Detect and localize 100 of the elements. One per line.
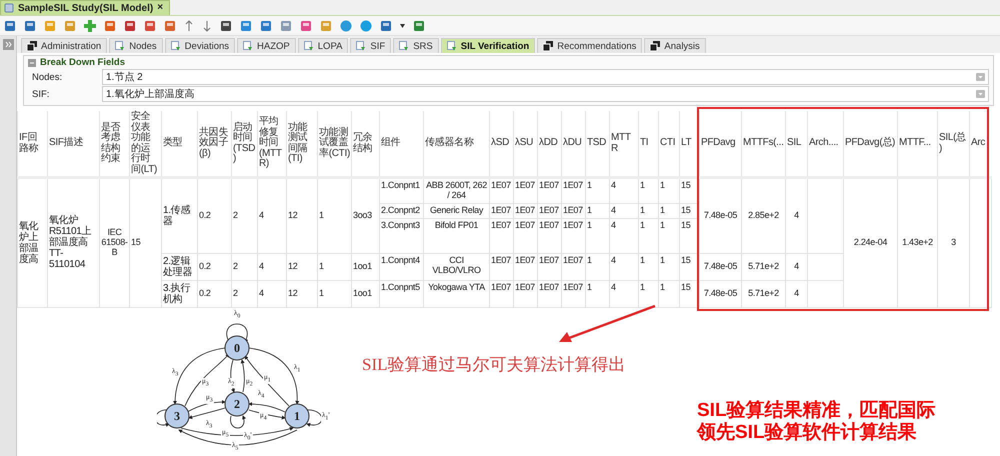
tab[interactable]: Analysis	[644, 38, 706, 53]
highlight-text: SIL验算结果精准，匹配国际	[697, 400, 936, 422]
tab[interactable]: SIL Verification	[440, 38, 536, 53]
column-header: 功能测试覆盖率(CTI)	[318, 111, 352, 178]
table-cell: 1E07	[514, 203, 538, 218]
tab[interactable]: Administration	[21, 38, 108, 53]
table-cell: 4	[786, 253, 808, 280]
table-cell: 1	[318, 178, 352, 254]
table-cell: 1E07	[490, 253, 514, 280]
collapse-icon[interactable]	[28, 58, 36, 66]
column-header: 组件	[380, 111, 424, 178]
document-tab-title: SampleSIL Study(SIL Model)	[18, 2, 154, 14]
table-cell: 1	[318, 253, 352, 280]
panel-title: Break Down Fields	[40, 57, 125, 68]
table-cell: 1E07	[538, 178, 562, 204]
table-cell: Yokogawa YTA	[424, 280, 490, 308]
tab[interactable]: Recommendations	[537, 38, 642, 53]
column-header: 传感器名称	[424, 111, 490, 178]
table-cell: 1	[638, 253, 658, 280]
arrow-down-icon[interactable]	[202, 20, 212, 32]
table-cell: 1oo1	[352, 253, 380, 280]
tab[interactable]: LOPA	[298, 38, 348, 53]
table-cell: 2.24e-04	[844, 178, 898, 308]
tab[interactable]: HAZOP	[237, 38, 296, 53]
table-cell: 1E07	[562, 218, 586, 254]
table-cell: 氧化炉R51101上部温度高TT-5110104	[48, 178, 100, 308]
circle-icon[interactable]	[360, 20, 372, 32]
table-cell: 3.执行机构	[162, 280, 198, 308]
table-cell: 1E07	[514, 178, 538, 204]
highlight-text: 领先SIL验算软件计算结果	[697, 422, 918, 446]
table-cell: 1.43e+2	[898, 178, 938, 308]
column-header: λDU	[562, 111, 586, 178]
table-cell: 5.71e+2	[742, 280, 786, 308]
table-cell: 1E07	[538, 253, 562, 280]
arrow-up-icon[interactable]	[184, 20, 194, 32]
table-cell: 15	[680, 178, 700, 204]
add-icon[interactable]	[84, 20, 96, 32]
caret-icon[interactable]	[400, 24, 405, 28]
table-cell: 4	[610, 253, 638, 280]
double-chevron-icon	[4, 41, 12, 48]
windows-icon	[27, 41, 37, 51]
column-header: 类型	[162, 111, 198, 178]
column-header: λDD	[538, 111, 562, 178]
table-cell: 15	[130, 178, 162, 308]
close-button[interactable]: ×	[157, 3, 164, 13]
table-cell: 2.85e+2	[742, 178, 786, 254]
tab[interactable]: Deviations	[164, 38, 236, 53]
column-header: SIL	[786, 111, 808, 178]
dropdown-field[interactable]: 1.节点 2	[102, 69, 989, 85]
table-cell: 1E07	[490, 218, 514, 254]
table-cell: 12	[286, 178, 318, 254]
sheet-icon	[304, 41, 314, 51]
column-header: PFDavg(总)	[844, 111, 898, 178]
table-cell: 1E07	[538, 280, 562, 308]
column-header: λSU	[514, 111, 538, 178]
table-cell: ABB 2600T, 262 / 264	[424, 178, 490, 204]
column-header: Arch....	[808, 111, 844, 178]
column-header: LT	[680, 111, 700, 178]
table-cell: 1oo1	[352, 280, 380, 308]
table-cell: 1	[658, 218, 680, 254]
table-cell: 15	[680, 280, 700, 308]
sheet-icon	[446, 41, 457, 51]
table-cell: 1	[586, 253, 610, 280]
sheet-icon	[243, 41, 254, 51]
column-header: Arc	[970, 111, 992, 178]
table-cell: 1E07	[514, 218, 538, 254]
table-cell: 1	[638, 280, 658, 308]
column-header: 是否考虑结构约束	[100, 111, 130, 178]
table-cell: 1	[658, 178, 680, 204]
table-cell: 1	[638, 218, 658, 254]
table-cell: 1.Conpnt1	[380, 178, 424, 204]
table-cell: 4	[610, 280, 638, 308]
column-header: λSD	[490, 111, 514, 178]
table-cell: 2.Conpnt2	[380, 203, 424, 218]
windows-icon	[543, 41, 554, 51]
document-tab[interactable]: SampleSIL Study(SIL Model) ×	[0, 0, 170, 15]
table-cell: 1	[586, 178, 610, 204]
table-cell: 1E07	[562, 253, 586, 280]
tab[interactable]: Nodes	[109, 38, 163, 53]
tab[interactable]: SIF	[350, 38, 392, 53]
dropdown-field[interactable]: 1.氧化炉上部温度高	[102, 86, 989, 102]
table-cell: 1	[318, 280, 352, 308]
column-header: CTI	[658, 111, 680, 178]
state-label: 2	[233, 396, 241, 412]
table-cell: 3.Conpnt3	[380, 218, 424, 254]
annotation-caption: SIL验算通过马尔可夫算法计算得出	[362, 354, 626, 376]
table-cell: 3oo3	[352, 178, 380, 254]
table-cell: 4	[258, 253, 286, 280]
expand-button[interactable]	[2, 39, 14, 50]
column-header: 安全仪表功能的运行时间(LT)	[130, 111, 162, 178]
table-cell: 1	[638, 203, 658, 218]
tab[interactable]: SRS	[393, 38, 439, 53]
column-header: 共因失效因子(β)	[198, 111, 232, 178]
table-cell: 12	[286, 280, 318, 308]
table-cell: 1E07	[490, 178, 514, 204]
table-cell: 4	[610, 178, 638, 204]
sheet-icon	[356, 41, 366, 51]
column-header: PFDavg	[700, 111, 742, 178]
table-cell: 1.Conpnt4	[380, 253, 424, 280]
column-header: SIF描述	[48, 111, 100, 178]
